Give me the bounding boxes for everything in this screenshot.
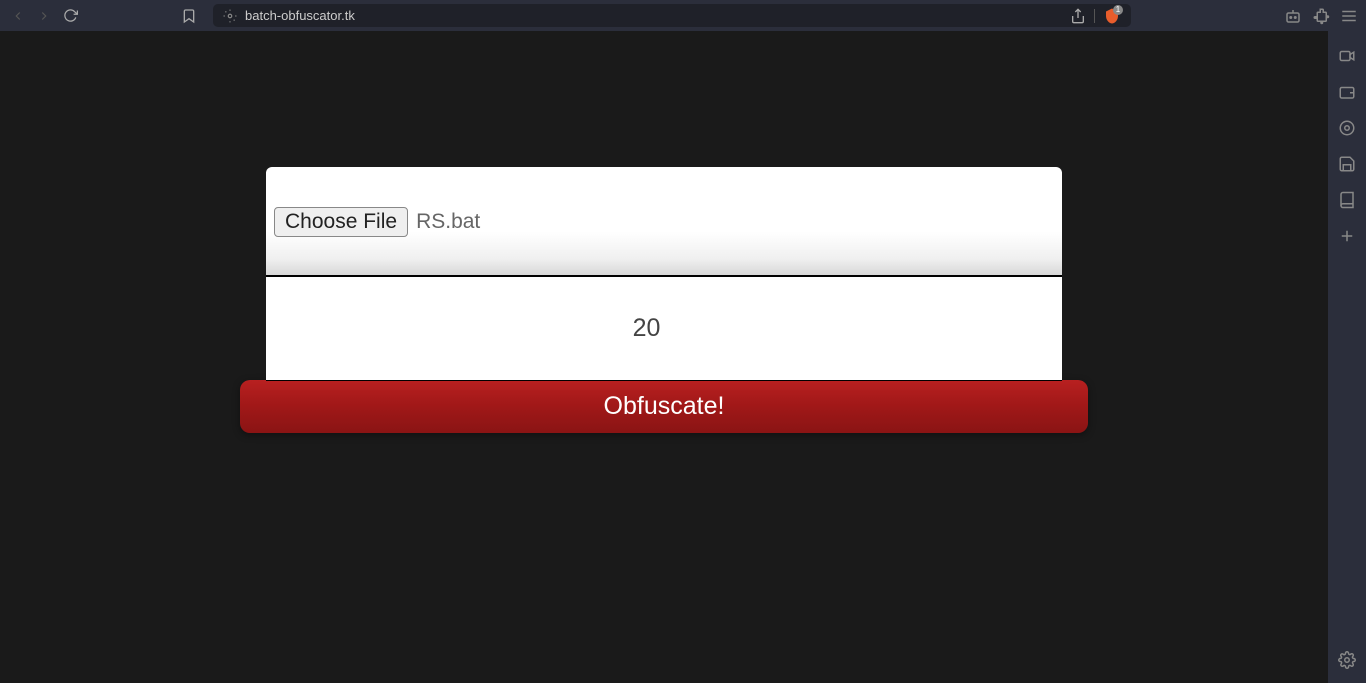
selected-file-name: RS.bat: [416, 207, 480, 237]
hamburger-menu-icon[interactable]: [1340, 7, 1358, 25]
iterations-section: [266, 275, 1062, 381]
add-icon[interactable]: [1338, 227, 1356, 245]
brave-shield-icon[interactable]: 1: [1103, 7, 1121, 25]
choose-file-button[interactable]: Choose File: [274, 207, 408, 237]
site-settings-icon[interactable]: [223, 9, 237, 23]
settings-icon[interactable]: [1338, 651, 1356, 669]
back-button[interactable]: [8, 6, 28, 26]
shield-badge: 1: [1113, 5, 1123, 15]
address-bar[interactable]: batch-obfuscator.tk 1: [213, 4, 1131, 27]
file-input-section: Choose File RS.bat: [266, 167, 1062, 275]
obfuscator-card: Choose File RS.bat Obfuscate!: [240, 167, 1088, 433]
share-icon[interactable]: [1070, 8, 1086, 24]
browser-chrome: batch-obfuscator.tk 1: [0, 0, 1366, 31]
chat-icon[interactable]: [1338, 119, 1356, 137]
video-icon[interactable]: [1338, 47, 1356, 65]
forward-button[interactable]: [34, 6, 54, 26]
page-content: Choose File RS.bat Obfuscate!: [0, 31, 1328, 683]
save-icon[interactable]: [1338, 155, 1356, 173]
right-sidebar: [1328, 31, 1366, 683]
wallet-icon[interactable]: [1338, 83, 1356, 101]
reader-icon[interactable]: [1338, 191, 1356, 209]
obfuscate-button[interactable]: Obfuscate!: [240, 380, 1088, 433]
divider: [1094, 9, 1095, 23]
iterations-input[interactable]: [266, 277, 1062, 380]
robot-icon[interactable]: [1284, 7, 1302, 25]
url-text: batch-obfuscator.tk: [245, 8, 1062, 23]
reload-button[interactable]: [60, 6, 80, 26]
extensions-icon[interactable]: [1312, 7, 1330, 25]
bookmark-icon[interactable]: [181, 8, 197, 24]
